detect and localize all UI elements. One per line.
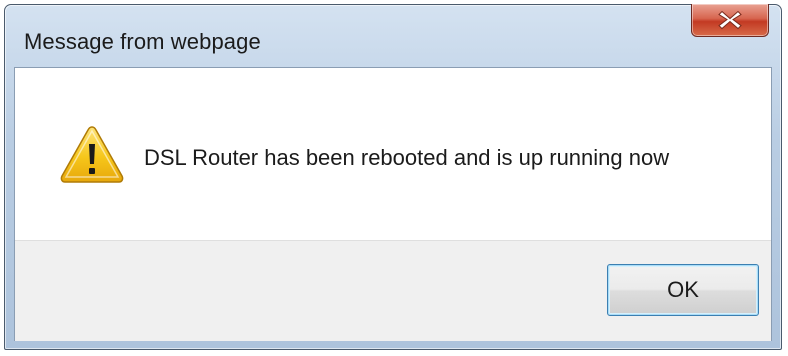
button-area: OK	[15, 240, 771, 341]
warning-icon	[60, 126, 124, 183]
dialog-title: Message from webpage	[24, 29, 261, 54]
message-text: DSL Router has been rebooted and is up r…	[144, 145, 670, 170]
dialog-body: DSL Router has been rebooted and is up r…	[14, 67, 772, 341]
title-bar[interactable]: Message from webpage	[5, 4, 781, 67]
dialog-window: Message from webpage DSL Router has been…	[4, 4, 782, 350]
message-area: DSL Router has been rebooted and is up r…	[15, 68, 771, 240]
close-icon	[718, 10, 742, 30]
ok-button[interactable]: OK	[607, 264, 759, 316]
close-button[interactable]	[691, 4, 769, 37]
